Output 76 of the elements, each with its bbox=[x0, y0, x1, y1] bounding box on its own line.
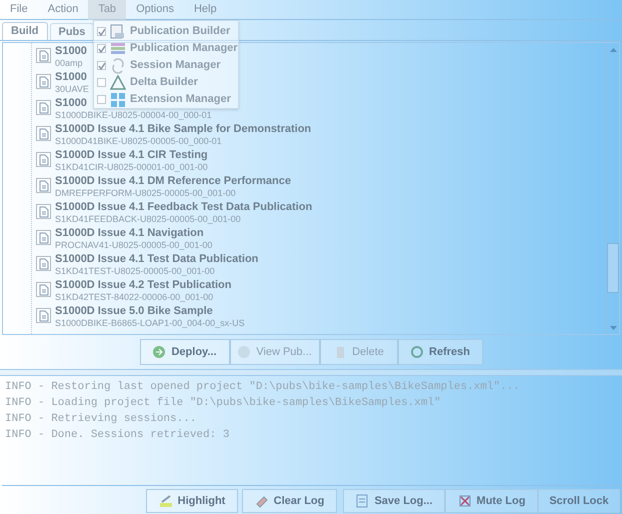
publication-code: 30UAVE bbox=[55, 84, 89, 95]
button[interactable]: Clear Log bbox=[242, 489, 337, 513]
menu-item[interactable]: Help bbox=[184, 0, 227, 20]
menu-item[interactable]: Options bbox=[126, 0, 184, 20]
document-icon bbox=[36, 152, 51, 167]
publication-code: S1KD42TEST-84022-00006-00_001-00 bbox=[55, 292, 214, 303]
document-icon bbox=[36, 178, 51, 193]
publication-code: S1000DBIKE-B6865-LOAP1-00_004-00_sx-US bbox=[55, 318, 245, 329]
checkbox[interactable] bbox=[97, 44, 106, 53]
publication-code: 00amp bbox=[55, 58, 84, 69]
button[interactable]: Highlight bbox=[146, 489, 238, 513]
document-icon bbox=[36, 230, 51, 245]
tab[interactable]: Build bbox=[2, 22, 48, 40]
button[interactable]: Deploy... bbox=[140, 339, 230, 365]
publication-code: PROCNAV41-U8025-00005-00_001-00 bbox=[55, 240, 212, 251]
publication-code: S1000D41BIKE-U8025-00005-00_000-01 bbox=[55, 136, 223, 147]
publication-title[interactable]: S1000D Issue 4.2 Test Publication bbox=[55, 279, 232, 292]
publication-title[interactable]: S1000 bbox=[55, 45, 87, 58]
menu-item[interactable]: Action bbox=[38, 0, 88, 20]
checkbox[interactable] bbox=[97, 95, 106, 104]
document-icon bbox=[36, 308, 51, 323]
checkbox[interactable] bbox=[97, 61, 106, 70]
tab[interactable]: Pubs bbox=[50, 23, 94, 40]
publication-title[interactable]: S1000D Issue 4.1 Feedback Test Data Publication bbox=[55, 201, 312, 214]
publication-title[interactable]: S1000D Issue 4.1 Bike Sample for Demonstration bbox=[55, 123, 312, 136]
publication-code: DMREFPERFORM-U8025-00005-00_001-00 bbox=[55, 188, 237, 199]
log-line: INFO - Loading project file "D:\pubs\bike-samples\BikeSamples.xml" bbox=[5, 396, 442, 411]
button: Delete bbox=[320, 339, 398, 365]
menu-item[interactable]: Session Manager bbox=[94, 57, 238, 74]
scrollbar[interactable] bbox=[606, 43, 619, 334]
menu-item[interactable]: Publication Builder bbox=[94, 23, 238, 40]
publication-title[interactable]: S1000 bbox=[55, 71, 89, 84]
document-icon bbox=[36, 282, 51, 297]
document-icon bbox=[36, 100, 51, 115]
publication-title[interactable]: S1000D Issue 4.1 CIR Testing bbox=[55, 149, 208, 162]
triangle-icon bbox=[110, 74, 126, 90]
swirl-icon bbox=[110, 58, 126, 74]
publication-title[interactable]: S1000D Issue 4.1 Test Data Publication bbox=[55, 253, 258, 266]
log-line: INFO - Restoring last opened project "D:\pubs\bike-samples\BikeSamples.xml"... bbox=[5, 380, 521, 395]
menu-item[interactable]: Extension Manager bbox=[94, 91, 238, 108]
menu-item[interactable]: Publication Manager bbox=[94, 40, 238, 57]
publication-code: S1KD41FEEDBACK-U8025-00005-00_001-00 bbox=[55, 214, 242, 225]
checkbox[interactable] bbox=[97, 78, 106, 87]
scroll-thumb[interactable] bbox=[607, 243, 619, 293]
document-icon bbox=[36, 48, 51, 63]
highlighter-icon bbox=[158, 494, 173, 508]
publication-code: S1KD41TEST-U8025-00005-00_001-00 bbox=[55, 266, 216, 277]
menu-item[interactable]: File bbox=[0, 0, 38, 20]
button[interactable]: Refresh bbox=[398, 339, 482, 365]
publication-title[interactable]: S1000D Issue 5.0 Bike Sample bbox=[55, 305, 245, 318]
checkbox[interactable] bbox=[97, 27, 106, 36]
menu-item[interactable]: Delta Builder bbox=[94, 74, 238, 91]
document-icon bbox=[36, 74, 51, 89]
publication-title[interactable]: S1000D Issue 4.1 DM Reference Performance bbox=[55, 175, 292, 188]
document-icon bbox=[36, 126, 51, 141]
publication-code: S1000DBIKE-U8025-00004-00_000-01 bbox=[55, 110, 212, 121]
stripes-icon bbox=[110, 40, 126, 56]
arrow-circle-icon bbox=[152, 345, 166, 359]
cross-box-icon bbox=[458, 494, 472, 508]
publication-title[interactable]: S1000D Issue 4.1 Navigation bbox=[55, 227, 212, 240]
button[interactable]: Save Log... bbox=[343, 489, 445, 513]
menu-item[interactable]: Tab bbox=[88, 0, 126, 20]
button: View Pub... bbox=[230, 339, 320, 365]
eraser-icon bbox=[254, 494, 269, 508]
document-icon bbox=[36, 256, 51, 271]
log-line: INFO - Done. Sessions retrieved: 3 bbox=[5, 428, 230, 443]
squares-icon bbox=[110, 92, 126, 108]
splitter[interactable] bbox=[0, 369, 622, 376]
refresh-icon bbox=[410, 345, 424, 359]
button[interactable]: Mute Log bbox=[445, 489, 538, 513]
publication-code: S1KD41CIR-U8025-00001-00_001-00 bbox=[55, 162, 208, 173]
button[interactable]: Scroll Lock bbox=[538, 489, 620, 513]
document-icon bbox=[110, 24, 126, 40]
document-icon bbox=[355, 494, 370, 508]
log-line: INFO - Retrieving sessions... bbox=[5, 412, 198, 427]
document-icon bbox=[36, 204, 51, 219]
